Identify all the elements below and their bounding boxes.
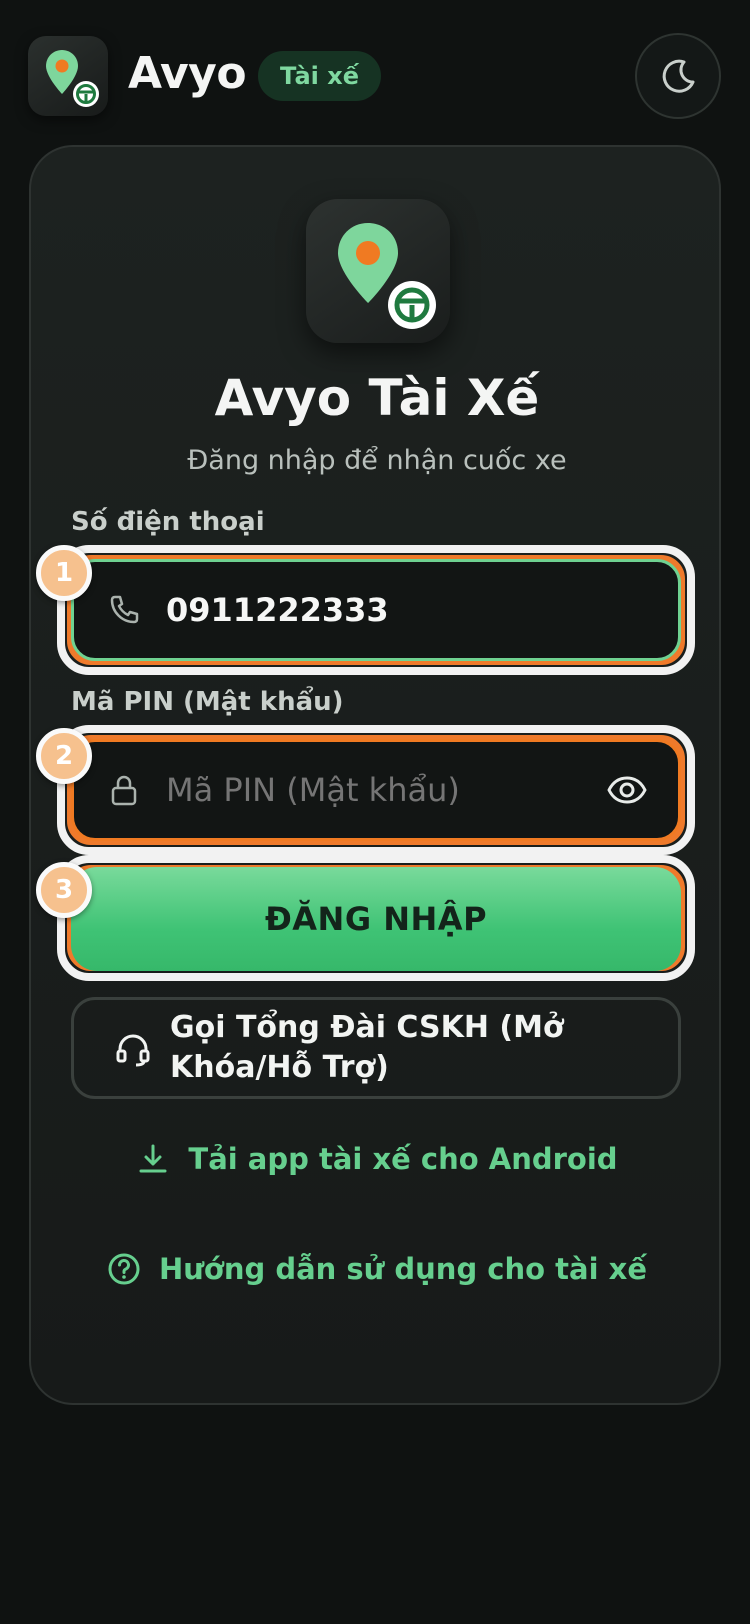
- download-icon: [139, 1144, 167, 1173]
- hero-logo: [306, 199, 450, 343]
- download-android-label: Tải app tài xế cho Android: [188, 1142, 618, 1176]
- download-android-link[interactable]: Tải app tài xế cho Android: [31, 1142, 723, 1176]
- app-name: Avyo: [128, 48, 247, 99]
- pin-input[interactable]: [166, 771, 586, 809]
- pin-field[interactable]: [71, 739, 681, 841]
- login-card: Avyo Tài Xế Đăng nhập để nhận cuốc xe Số…: [29, 145, 721, 1405]
- phone-field[interactable]: 0911222333: [71, 559, 681, 661]
- phone-icon: [110, 595, 139, 624]
- eye-icon[interactable]: [606, 769, 648, 811]
- step-badge-1: 1: [36, 545, 92, 601]
- login-button[interactable]: ĐĂNG NHẬP: [71, 867, 681, 971]
- help-circle-icon: [108, 1253, 140, 1285]
- page-title: Avyo Tài Xế: [214, 369, 540, 427]
- driver-guide-label: Hướng dẫn sử dụng cho tài xế: [158, 1252, 647, 1286]
- support-label: Gọi Tổng Đài CSKH (Mở Khóa/Hỗ Trợ): [170, 1010, 564, 1085]
- support-button[interactable]: Gọi Tổng Đài CSKH (Mở Khóa/Hỗ Trợ): [71, 997, 681, 1099]
- map-pin-icon: [338, 223, 436, 329]
- driver-badge: Tài xế: [258, 51, 381, 101]
- pin-label: Mã PIN (Mật khẩu): [71, 687, 344, 717]
- moon-icon: [662, 59, 695, 93]
- phone-input[interactable]: 0911222333: [166, 591, 389, 629]
- step-badge-2: 2: [36, 728, 92, 784]
- theme-toggle-button[interactable]: [635, 33, 721, 119]
- headset-icon: [116, 1034, 150, 1067]
- phone-label: Số điện thoại: [71, 507, 265, 537]
- map-pin-icon: [46, 50, 99, 107]
- page-subtitle: Đăng nhập để nhận cuốc xe: [187, 445, 567, 476]
- app-header: Avyo Tài xế: [0, 0, 750, 150]
- lock-icon: [111, 775, 137, 806]
- step-badge-3: 3: [36, 862, 92, 918]
- driver-guide-link[interactable]: Hướng dẫn sử dụng cho tài xế: [31, 1252, 723, 1286]
- app-logo: [28, 36, 108, 116]
